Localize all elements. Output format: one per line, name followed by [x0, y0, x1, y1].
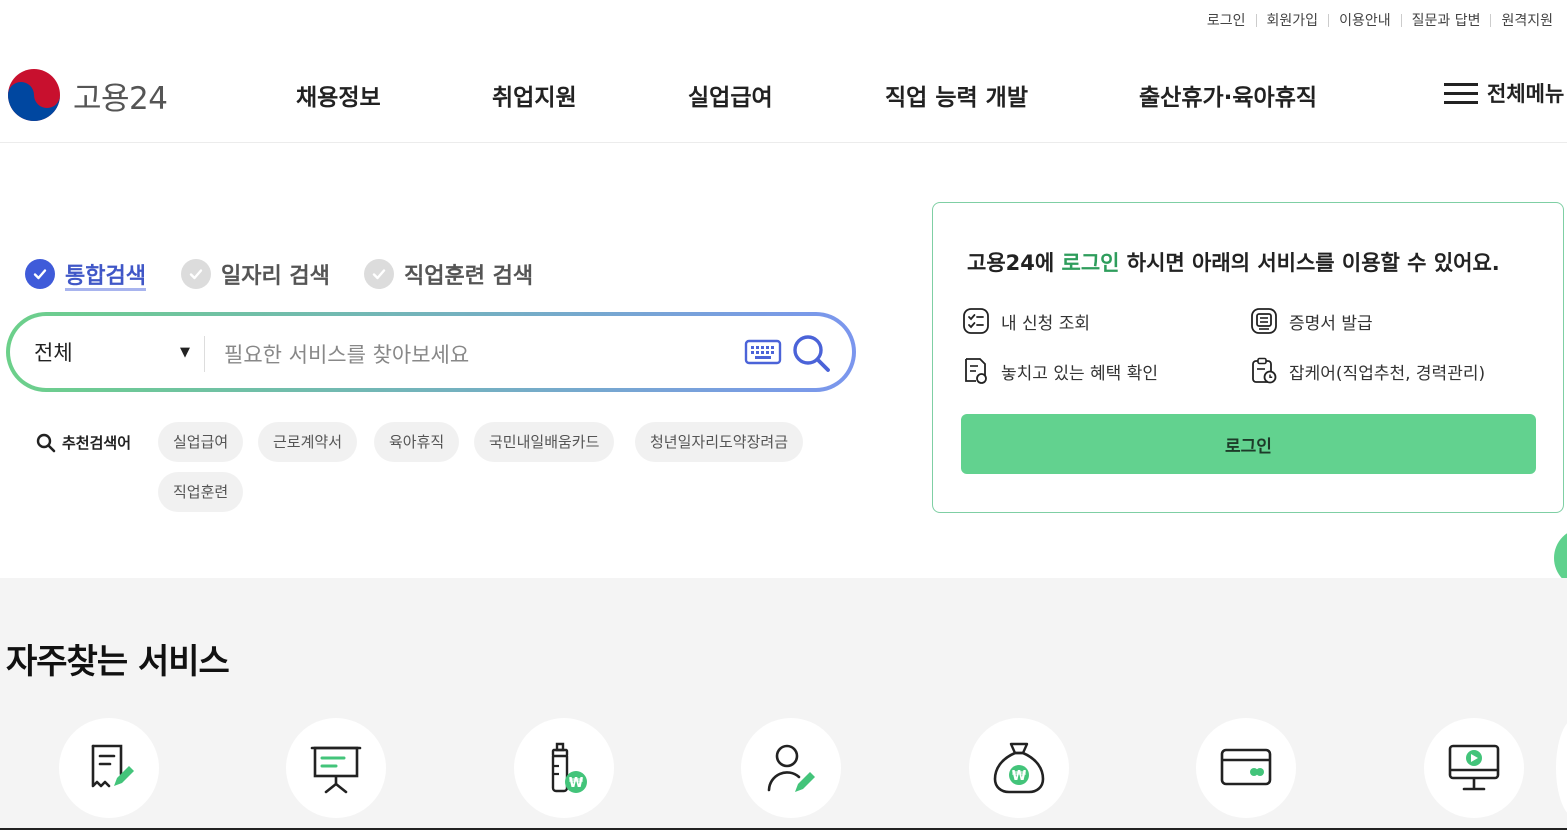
search-scope-value: 전체 [34, 341, 73, 365]
utility-nav: 로그인 회원가입 이용안내 질문과 답변 원격지원 [1197, 10, 1563, 30]
service-my-applications[interactable]: 내 신청 조회 [961, 306, 1090, 336]
keyword-chip[interactable]: 국민내일배움카드 [474, 422, 615, 462]
checklist-icon [963, 308, 989, 334]
svg-text:₩: ₩ [1012, 769, 1027, 784]
tab-job-search[interactable]: 일자리 검색 [181, 258, 330, 290]
nav-jobs[interactable]: 채용정보 [296, 78, 381, 112]
document-search-icon [965, 358, 987, 384]
title-highlight: 로그인 [1061, 251, 1120, 275]
nav-unemployment-benefit[interactable]: 실업급여 [688, 78, 773, 112]
util-signup-link[interactable]: 회원가입 [1257, 10, 1329, 30]
nav-parental-leave[interactable]: 출산휴가·육아휴직 [1139, 78, 1317, 112]
nav-vocational-training[interactable]: 직업 능력 개발 [885, 78, 1028, 112]
recommended-keywords-label: 추천검색어 [36, 432, 131, 453]
recommended-label-text: 추천검색어 [62, 434, 132, 452]
keyword-chip[interactable]: 육아휴직 [374, 422, 460, 462]
service-shortcut[interactable] [1424, 718, 1524, 818]
service-jobcare[interactable]: 잡케어(직업추천, 경력관리) [1249, 356, 1485, 386]
service-certificate[interactable]: 증명서 발급 [1249, 306, 1373, 336]
search-input[interactable] [222, 334, 726, 376]
caret-down-icon: ▼ [180, 344, 190, 360]
service-shortcut[interactable]: ₩ [969, 718, 1069, 818]
tab-integrated-search[interactable]: 통합검색 [25, 258, 146, 290]
keyword-chip[interactable]: 직업훈련 [158, 472, 244, 512]
util-login-link[interactable]: 로그인 [1197, 10, 1256, 30]
svg-text:₩: ₩ [569, 776, 584, 791]
user-edit-icon [767, 744, 815, 792]
keyword-chip[interactable]: 근로계약서 [258, 422, 358, 462]
search-scope-select[interactable]: 전체 ▼ [34, 337, 190, 367]
search-icon [793, 335, 830, 372]
title-text: 하시면 아래의 서비스를 이용할 수 있어요. [1119, 251, 1500, 275]
check-icon [25, 259, 55, 289]
login-button[interactable]: 로그인 [961, 414, 1536, 474]
tab-label: 통합검색 [65, 264, 146, 289]
util-remote-support-link[interactable]: 원격지원 [1491, 10, 1563, 30]
title-text: 고용24에 [967, 251, 1062, 275]
keyword-chip[interactable]: 실업급여 [158, 422, 244, 462]
header-divider [0, 142, 1567, 143]
service-shortcut[interactable]: ₩ [514, 718, 614, 818]
tab-label: 직업훈련 검색 [404, 264, 534, 289]
hamburger-icon [1444, 81, 1478, 105]
brand-name: 고용24 [73, 80, 168, 117]
search-button[interactable] [790, 332, 834, 380]
tab-label: 일자리 검색 [221, 264, 330, 289]
money-bag-icon: ₩ [993, 742, 1045, 794]
search-icon [36, 433, 56, 452]
divider [204, 336, 205, 372]
monitor-play-icon [1448, 744, 1500, 791]
tab-training-search[interactable]: 직업훈련 검색 [364, 258, 533, 290]
all-menu-button[interactable]: 전체메뉴 [1444, 78, 1564, 108]
presentation-icon [310, 746, 362, 794]
frequent-services-section: 자주찾는 서비스 ₩ ₩ [0, 578, 1567, 830]
keyword-chip[interactable]: 청년일자리도약장려금 [635, 422, 804, 462]
service-label: 잡케어(직업추천, 경력관리) [1289, 363, 1486, 384]
check-icon [181, 259, 211, 289]
site-logo[interactable]: 고용24 [7, 68, 168, 122]
baby-bottle-won-icon: ₩ [551, 742, 587, 793]
service-shortcut[interactable] [286, 718, 386, 818]
service-shortcut[interactable] [1556, 718, 1567, 818]
keyboard-icon[interactable] [744, 339, 782, 371]
service-shortcut[interactable] [59, 718, 159, 818]
clipboard-clock-icon [1252, 357, 1277, 384]
certificate-icon [1251, 308, 1277, 334]
service-missed-benefits[interactable]: 놓치고 있는 혜택 확인 [961, 356, 1158, 386]
service-label: 증명서 발급 [1289, 313, 1373, 334]
document-edit-icon [91, 744, 134, 788]
service-shortcut[interactable] [741, 718, 841, 818]
service-label: 내 신청 조회 [1001, 313, 1091, 334]
login-panel-title: 고용24에 로그인 하시면 아래의 서비스를 이용할 수 있어요. [967, 247, 1500, 277]
login-panel: 고용24에 로그인 하시면 아래의 서비스를 이용할 수 있어요. 내 신청 조… [932, 202, 1564, 513]
nav-employment-support[interactable]: 취업지원 [492, 78, 577, 112]
section-title: 자주찾는 서비스 [6, 642, 230, 682]
search-box: 전체 ▼ [6, 312, 856, 392]
check-icon [364, 259, 394, 289]
service-label: 놓치고 있는 혜택 확인 [1001, 363, 1158, 384]
card-icon [1220, 748, 1272, 786]
util-guide-link[interactable]: 이용안내 [1329, 10, 1401, 30]
util-qna-link[interactable]: 질문과 답변 [1402, 10, 1491, 30]
service-shortcut[interactable] [1196, 718, 1296, 818]
taegeuk-logo-icon [8, 69, 60, 121]
all-menu-label: 전체메뉴 [1487, 82, 1565, 106]
